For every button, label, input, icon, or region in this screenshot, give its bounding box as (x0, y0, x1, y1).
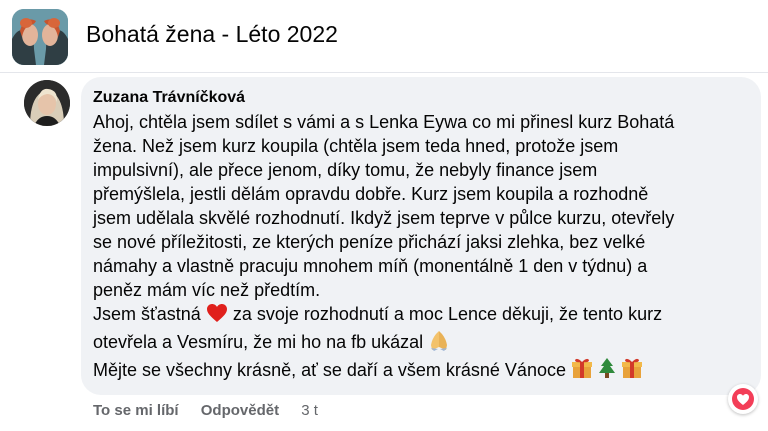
group-header: Bohatá žena - Léto 2022 (0, 0, 768, 73)
comment-line: se nové příležitosti, ze kterých peníze … (93, 232, 646, 252)
comment-text: za svoje rozhodnutí a moc Lence děkuji, … (232, 304, 663, 324)
comment-line: jsem udělala skvělé rozhodnutí. Ikdyž js… (93, 208, 675, 228)
comment-line: žena. Než jsem kurz koupila (chtěla jsem… (93, 136, 619, 156)
comment-timestamp[interactable]: 3 t (301, 402, 318, 419)
comment-line: přemýšlela, jestli dělám opravdu dobře. … (93, 184, 649, 204)
reply-button[interactable]: Odpovědět (201, 402, 279, 419)
comment-text: Jsem šťastná (93, 304, 201, 324)
comment-line: námahy a vlastně pracuju mnohem míň (mon… (93, 256, 648, 276)
christmas-tree-icon (598, 357, 616, 385)
comment-text: otevřela a Vesmíru, že mi ho na fb ukáza… (93, 332, 424, 352)
comment-actions: To se mi líbí Odpovědět 3 t (93, 402, 336, 419)
comment-line: impulsivní), ale přece jenom, díky tomu,… (93, 160, 598, 180)
like-button[interactable]: To se mi líbí (93, 402, 179, 419)
folded-hands-icon (428, 329, 450, 357)
comment-line: peněz mám víc než předtím. (93, 280, 321, 300)
red-heart-icon (206, 303, 228, 329)
comment-author[interactable]: Zuzana Trávníčková (93, 89, 747, 107)
user-avatar[interactable] (24, 80, 70, 126)
group-avatar[interactable] (12, 9, 68, 65)
comment-line: Ahoj, chtěla jsem sdílet s vámi a s Lenk… (93, 112, 675, 132)
comment-line: Jsem šťastná za svoje rozhodnutí a moc L… (93, 302, 747, 329)
gift-icon (571, 357, 593, 385)
comment-line: otevřela a Vesmíru, že mi ho na fb ukáza… (93, 329, 747, 357)
comment-bubble: Zuzana Trávníčková Ahoj, chtěla jsem sdí… (81, 77, 761, 395)
heart-reaction-icon (732, 388, 754, 410)
group-title[interactable]: Bohatá žena - Léto 2022 (86, 21, 338, 48)
comment-text: Mějte se všechny krásně, ať se daří a vš… (93, 360, 566, 380)
gift-icon (621, 357, 643, 385)
comment-line: Mějte se všechny krásně, ať se daří a vš… (93, 357, 747, 385)
heart-reaction-button[interactable] (728, 384, 758, 414)
